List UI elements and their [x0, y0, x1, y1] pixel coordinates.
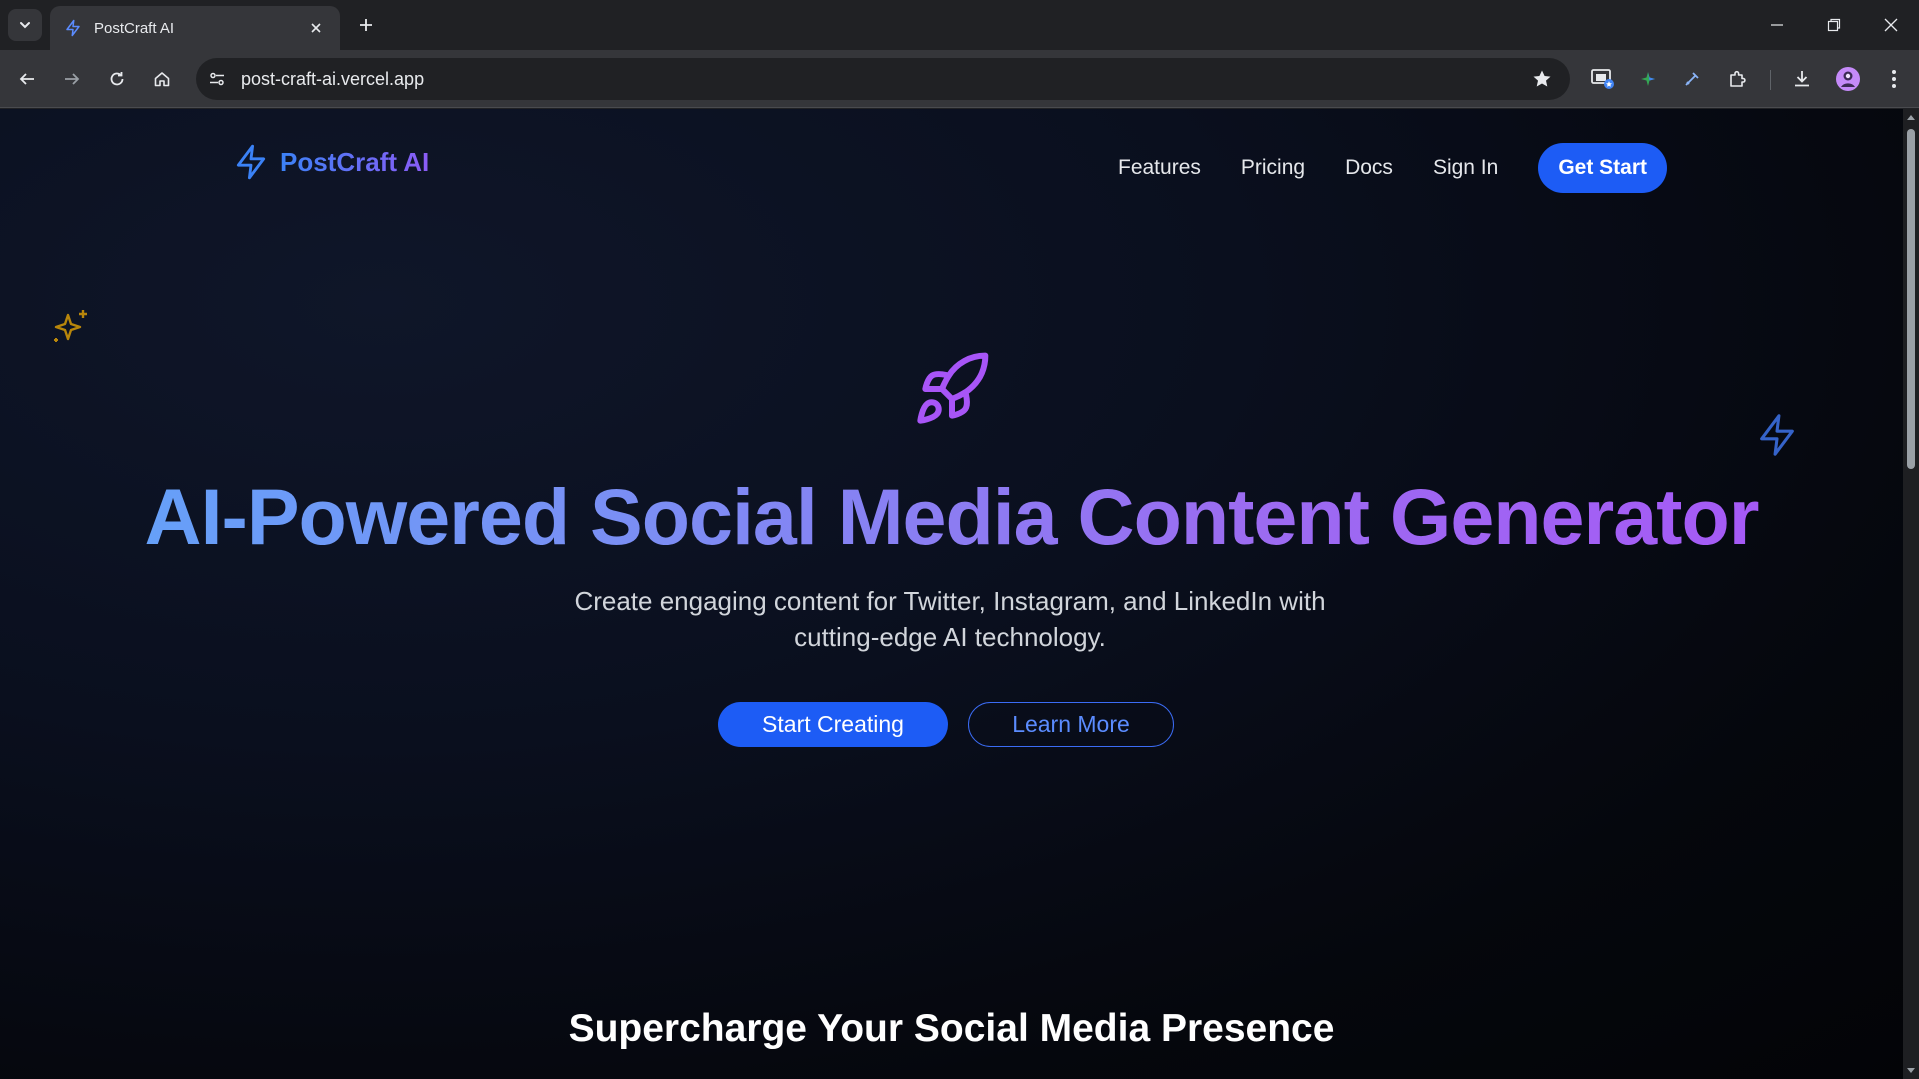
- home-button[interactable]: [144, 61, 180, 97]
- tab-title: PostCraft AI: [94, 19, 175, 37]
- plus-icon: [360, 19, 372, 31]
- site-header: PostCraft AI Features Pricing Docs Sign …: [0, 109, 1903, 219]
- learn-more-button[interactable]: Learn More: [968, 702, 1174, 747]
- brand-logo-link[interactable]: PostCraft AI: [232, 143, 429, 181]
- profile-button[interactable]: [1830, 61, 1866, 97]
- lightning-icon: [64, 18, 84, 38]
- url-text: post-craft-ai.vercel.app: [241, 68, 425, 89]
- nav-features-link[interactable]: Features: [1118, 144, 1201, 192]
- sparkles-icon: [54, 310, 87, 342]
- new-tab-button[interactable]: [352, 11, 380, 39]
- minimize-button[interactable]: [1748, 0, 1805, 50]
- rocket-icon: [917, 352, 989, 424]
- toolbar-divider: [1770, 70, 1771, 90]
- kebab-menu-icon: [1892, 70, 1896, 88]
- extensions-button[interactable]: [1720, 61, 1756, 97]
- main-nav: Features Pricing Docs Sign In Get Start: [1118, 143, 1668, 193]
- browser-tab-strip: PostCraft AI: [0, 0, 1919, 50]
- hero-subtitle: Create engaging content for Twitter, Ins…: [574, 586, 1326, 652]
- section-heading: Supercharge Your Social Media Presence: [568, 1007, 1335, 1050]
- avatar: [1836, 67, 1860, 91]
- download-icon: [1795, 71, 1809, 87]
- address-bar[interactable]: post-craft-ai.vercel.app: [196, 58, 1570, 100]
- start-creating-button[interactable]: Start Creating: [718, 702, 948, 747]
- close-icon: [311, 23, 321, 33]
- site-info-button[interactable]: [199, 61, 235, 97]
- tab-search-button[interactable]: [8, 9, 42, 41]
- lightning-icon: [1760, 414, 1794, 456]
- restore-icon: [1827, 18, 1840, 32]
- brand-name: PostCraft AI: [280, 146, 430, 177]
- restore-button[interactable]: [1805, 0, 1862, 50]
- reload-button[interactable]: [99, 61, 135, 97]
- reload-icon: [110, 72, 124, 86]
- close-icon: [1884, 18, 1897, 32]
- page-viewport: PostCraft AI Features Pricing Docs Sign …: [0, 109, 1903, 1079]
- browser-tab-active[interactable]: PostCraft AI: [50, 6, 340, 50]
- home-icon: [154, 72, 170, 87]
- get-start-button[interactable]: Get Start: [1538, 143, 1668, 193]
- nav-docs-link[interactable]: Docs: [1345, 144, 1393, 192]
- hero-title: AI-Powered Social Media Content Generato…: [0, 471, 1903, 563]
- pen-tool-icon: [1685, 72, 1699, 86]
- extension-screen-button[interactable]: [1585, 61, 1621, 97]
- nav-sign-in-link[interactable]: Sign In: [1433, 144, 1498, 192]
- site-settings-icon: [210, 72, 224, 86]
- hero-cta-group: Start Creating Learn More: [718, 702, 1174, 747]
- scrollbar-thumb[interactable]: [1907, 129, 1915, 469]
- page-scrollbar[interactable]: [1903, 109, 1919, 1079]
- screen-cast-icon: [1591, 69, 1614, 89]
- back-button[interactable]: [9, 61, 45, 97]
- sparkle-extension-icon: [1641, 72, 1655, 86]
- back-arrow-icon: [19, 73, 34, 85]
- downloads-button[interactable]: [1784, 61, 1820, 97]
- star-icon: [1533, 70, 1551, 87]
- lightning-icon: [236, 144, 266, 180]
- close-window-button[interactable]: [1862, 0, 1919, 50]
- browser-toolbar: post-craft-ai.vercel.app: [0, 50, 1919, 108]
- tab-close-button[interactable]: [306, 18, 326, 38]
- forward-button[interactable]: [54, 61, 90, 97]
- chevron-down-icon: [20, 22, 30, 29]
- forward-arrow-icon: [65, 73, 80, 85]
- extension-tool-button[interactable]: [1674, 61, 1710, 97]
- nav-pricing-link[interactable]: Pricing: [1241, 144, 1305, 192]
- puzzle-icon: [1730, 70, 1746, 87]
- bookmark-button[interactable]: [1522, 59, 1562, 99]
- minimize-icon: [1770, 24, 1783, 26]
- scroll-down-icon[interactable]: [1906, 1065, 1916, 1075]
- extension-sparkle-button[interactable]: [1630, 61, 1666, 97]
- window-controls: [1748, 0, 1919, 50]
- browser-menu-button[interactable]: [1876, 61, 1912, 97]
- scroll-up-icon[interactable]: [1906, 113, 1916, 123]
